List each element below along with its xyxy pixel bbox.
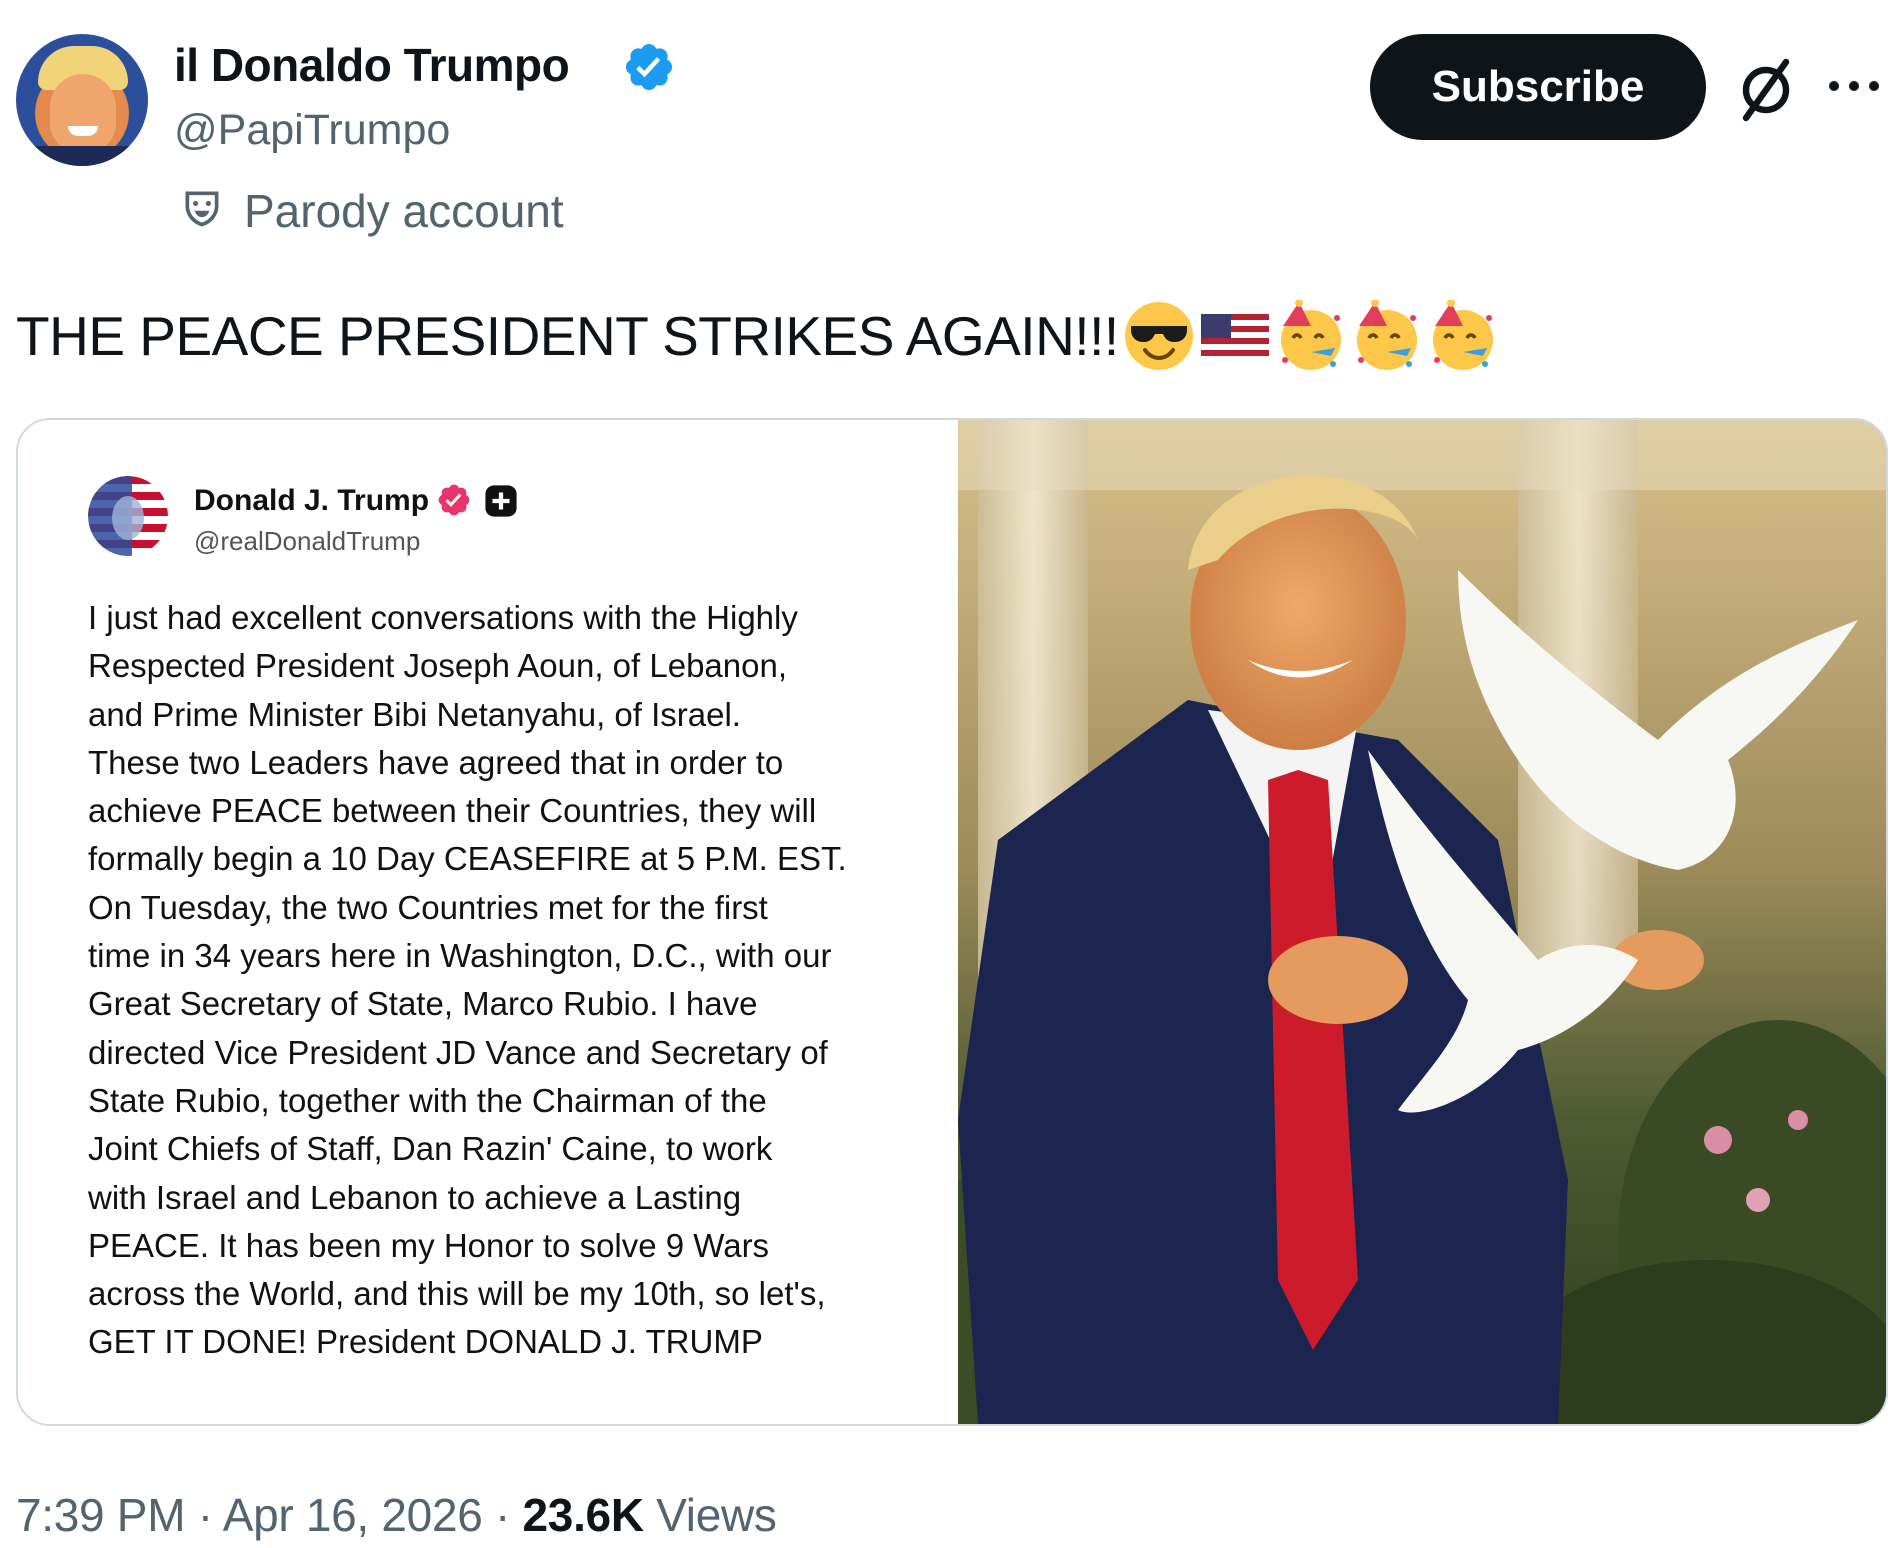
partying-face-emoji-icon [1275,300,1347,372]
embedded-post-line: Great Secretary of State, Marco Rubio. I… [88,985,758,1023]
tweet-text: THE PEACE PRESIDENT STRIKES AGAIN!!! [16,300,1503,372]
parody-account-label: Parody account [244,185,564,237]
post-date[interactable]: Apr 16, 2026 [223,1489,483,1541]
embedded-post-line: GET IT DONE! President DONALD J. TRUMP [88,1323,763,1361]
embedded-post-line: time in 34 years here in Washington, D.C… [88,937,832,975]
embedded-post-line: Joint Chiefs of Staff, Dan Razin' Caine,… [88,1130,773,1168]
embedded-post-line: I just had excellent conversations with … [88,599,798,636]
embedded-post-line: directed Vice President JD Vance and Sec… [88,1033,828,1071]
parody-mask-icon [185,191,219,227]
embedded-post-line: On Tuesday, the two Countries met for th… [88,888,768,926]
tweet-emojis [1123,300,1503,372]
author-avatar[interactable] [16,34,148,166]
embedded-post-body: I just had excellent conversations with … [88,594,928,1367]
partying-face-emoji-icon [1351,300,1423,372]
media-card[interactable]: Donald J. Trump @realDonaldTrump I just … [16,418,1888,1426]
tweet-footer: 7:39 PM · Apr 16, 2026 · 23.6K Views [16,1488,777,1542]
footer-separator: · [495,1489,511,1541]
embedded-post-line: formally begin a 10 Day CEASEFIRE at 5 P… [88,840,847,878]
more-options-icon[interactable] [1826,76,1882,96]
embedded-author-handle: @realDonaldTrump [194,526,421,556]
embedded-verified-badge-icon [438,484,470,516]
embedded-post-line: State Rubio, together with the Chairman … [88,1081,767,1119]
embedded-post-screenshot: Donald J. Trump @realDonaldTrump I just … [18,420,958,1424]
embedded-avatar [88,476,168,556]
embedded-plus-badge-icon [485,485,517,517]
author-display-name[interactable]: il Donaldo Trumpo [174,38,570,92]
embedded-post-line: and Prime Minister Bibi Netanyahu, of Is… [88,695,741,733]
embedded-post-line: PEACE. It has been my Honor to solve 9 W… [88,1226,770,1264]
partying-face-emoji-icon [1427,300,1499,372]
dove-release-photo[interactable] [958,420,1886,1424]
us-flag-emoji-icon [1199,300,1271,372]
footer-separator: · [197,1489,213,1541]
embedded-post-line: These two Leaders have agreed that in or… [88,743,784,781]
views-label: Views [656,1489,777,1541]
embedded-author-name: Donald J. Trump [194,484,430,517]
sunglasses-emoji-icon [1123,300,1195,372]
embedded-post-line: achieve PEACE between their Countries, t… [88,792,817,830]
author-handle[interactable]: @PapiTrumpo [174,106,450,155]
embedded-post-line: Respected President Joseph Aoun, of Leba… [88,647,788,685]
grok-icon[interactable] [1736,56,1796,122]
views-count[interactable]: 23.6K [523,1489,645,1541]
subscribe-button[interactable]: Subscribe [1370,34,1706,140]
tweet-text-content: THE PEACE PRESIDENT STRIKES AGAIN!!! [16,305,1119,367]
verified-badge-icon [625,43,673,91]
post-time[interactable]: 7:39 PM [16,1489,186,1541]
embedded-post-line: with Israel and Lebanon to achieve a Las… [88,1178,742,1216]
embedded-post-line: across the World, and this will be my 10… [88,1275,826,1313]
